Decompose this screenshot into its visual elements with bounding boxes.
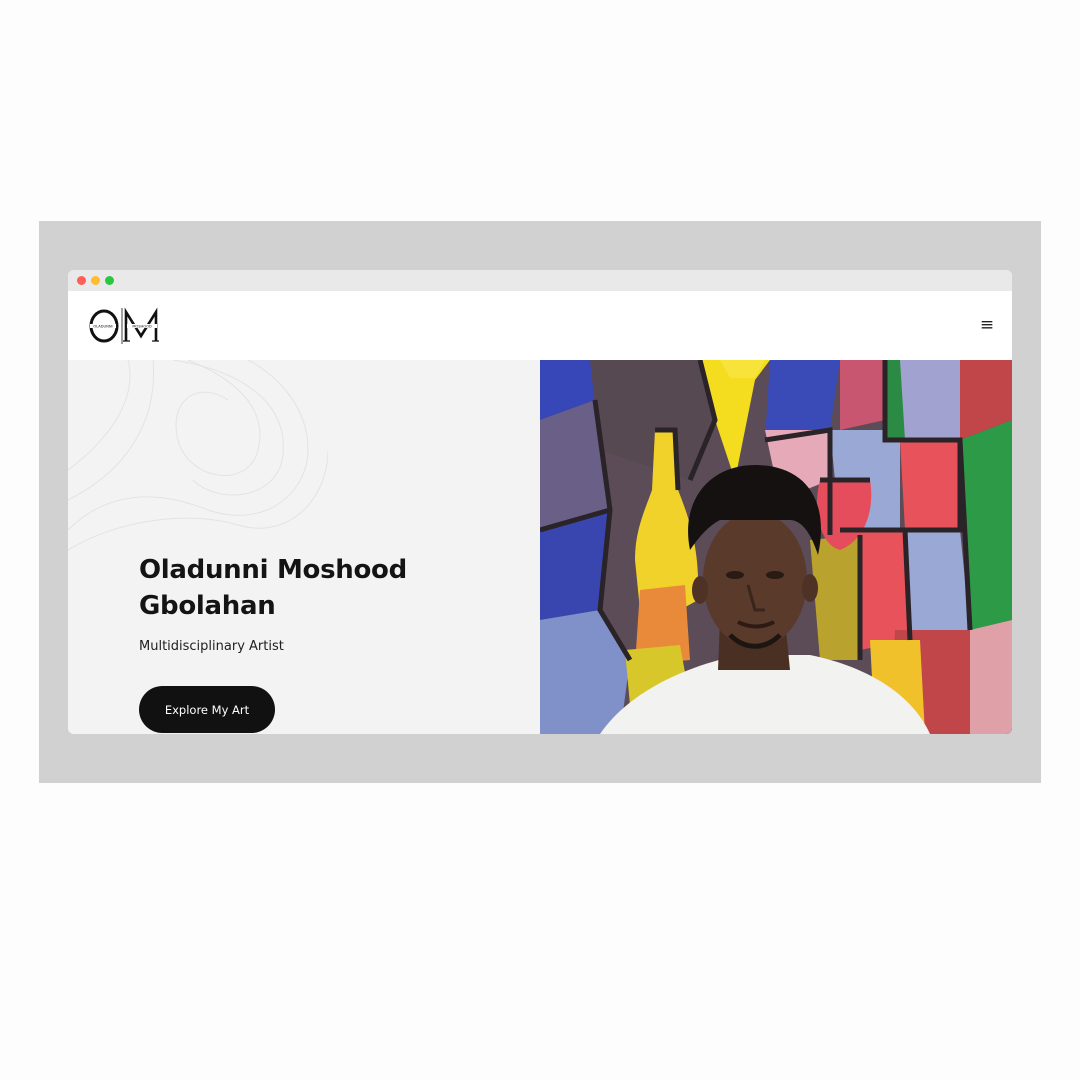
hero-subtitle: Multidisciplinary Artist — [139, 639, 284, 654]
minimize-dot-icon[interactable] — [91, 276, 100, 285]
logo-small-left: OLADUNNI — [93, 325, 112, 329]
close-dot-icon[interactable] — [77, 276, 86, 285]
logo-small-right: MOSHOOD — [132, 325, 152, 329]
topographic-lines-decoration — [68, 360, 328, 551]
hero-title: Oladunni Moshood Gbolahan — [139, 555, 407, 621]
window-titlebar — [68, 270, 1012, 291]
hamburger-menu-icon[interactable]: ≡ — [978, 315, 996, 335]
hero-text-panel: Oladunni Moshood Gbolahan Multidisciplin… — [68, 360, 540, 734]
artist-portrait-image — [540, 360, 1012, 734]
maximize-dot-icon[interactable] — [105, 276, 114, 285]
explore-my-art-button[interactable]: Explore My Art — [139, 686, 275, 733]
browser-window: OLADUNNI MOSHOOD ≡ Oladunni Moshood Gbol… — [68, 270, 1012, 734]
brand-logo[interactable]: OLADUNNI MOSHOOD — [88, 306, 160, 346]
hero-section: Oladunni Moshood Gbolahan Multidisciplin… — [68, 360, 1012, 734]
site-header: OLADUNNI MOSHOOD ≡ — [68, 291, 1012, 360]
